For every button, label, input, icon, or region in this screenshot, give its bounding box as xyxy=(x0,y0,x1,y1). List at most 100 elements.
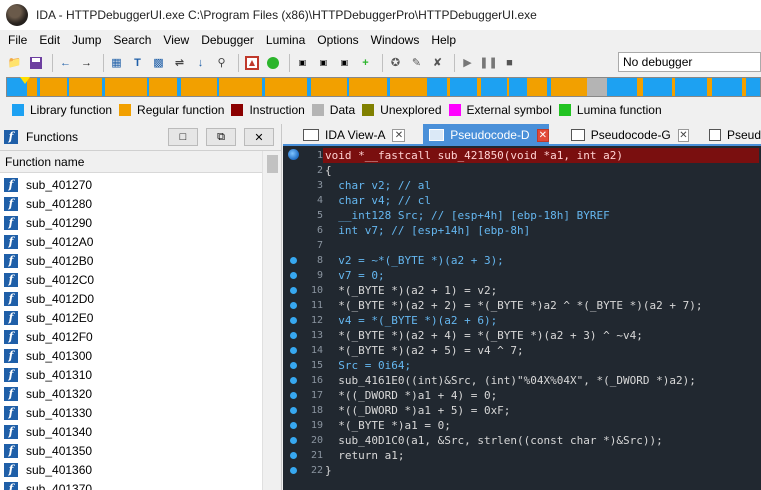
function-row[interactable]: f sub_401350 xyxy=(0,441,262,460)
flow-icon[interactable]: ⇌ xyxy=(171,54,188,71)
breakpoint-dot-icon[interactable] xyxy=(290,287,297,294)
breakpoint-dot-icon[interactable] xyxy=(290,437,297,444)
breakpoint-gutter[interactable] xyxy=(283,146,305,490)
breakpoint-dot-icon[interactable] xyxy=(290,392,297,399)
breakpoint-dot-icon[interactable] xyxy=(290,422,297,429)
play-icon[interactable]: ▶ xyxy=(459,54,476,71)
tab-pseudocode-partial[interactable]: Pseud xyxy=(703,124,761,146)
menu-file[interactable]: File xyxy=(2,33,33,47)
forward-arrow-icon[interactable]: → xyxy=(78,54,95,71)
breakpoint-dot-icon[interactable] xyxy=(290,302,297,309)
menu-help[interactable]: Help xyxy=(425,33,462,47)
search-binary-icon[interactable]: ⚲ xyxy=(213,54,230,71)
menu-search[interactable]: Search xyxy=(107,33,157,47)
code-line[interactable]: return a1; xyxy=(325,448,761,463)
tab-pseudocode-d[interactable]: Pseudocode-D ✕ xyxy=(423,124,549,146)
breakpoint-dot-icon[interactable] xyxy=(290,407,297,414)
breakpoint-dot-icon[interactable] xyxy=(290,377,297,384)
breakpoint-dot-icon[interactable] xyxy=(290,332,297,339)
function-row[interactable]: f sub_401300 xyxy=(0,346,262,365)
code-line[interactable] xyxy=(325,238,761,253)
menu-options[interactable]: Options xyxy=(311,33,364,47)
save-icon[interactable] xyxy=(27,54,44,71)
function-row[interactable]: f sub_401280 xyxy=(0,194,262,213)
function-row[interactable]: f sub_4012B0 xyxy=(0,251,262,270)
function-name-column-header[interactable]: Function name xyxy=(0,151,281,173)
enum-icon[interactable]: + xyxy=(357,54,374,71)
breakpoint-dot-icon[interactable] xyxy=(290,362,297,369)
breakpoint-dot-icon[interactable] xyxy=(290,317,297,324)
code-line[interactable]: *(_BYTE *)(a2 + 5) = v4 ^ 7; xyxy=(325,343,761,358)
breakpoint-dot-icon[interactable] xyxy=(290,272,297,279)
pseudocode-editor[interactable]: 1 2 3 4 5 6 7 8 9 10 11 12 13 14 15 16 1… xyxy=(283,146,761,490)
function-row[interactable]: f sub_4012A0 xyxy=(0,232,262,251)
code-line[interactable]: v2 = ~*(_BYTE *)(a2 + 3); xyxy=(325,253,761,268)
menu-lumina[interactable]: Lumina xyxy=(260,33,311,47)
function-row[interactable]: f sub_401270 xyxy=(0,175,262,194)
function-row[interactable]: f sub_4012F0 xyxy=(0,327,262,346)
binary-icon[interactable]: ▩ xyxy=(150,54,167,71)
function-row[interactable]: f sub_401290 xyxy=(0,213,262,232)
edit-icon[interactable]: ✎ xyxy=(408,54,425,71)
function-row[interactable]: f sub_401340 xyxy=(0,422,262,441)
scrollbar-thumb[interactable] xyxy=(267,155,278,173)
navigation-band[interactable] xyxy=(6,77,761,97)
open-folder-icon[interactable]: 📁 xyxy=(6,54,23,71)
code-line[interactable]: { xyxy=(325,163,761,178)
menu-debugger[interactable]: Debugger xyxy=(195,33,260,47)
code-line-highlighted[interactable]: void *__fastcall sub_421850(void *a1, in… xyxy=(323,148,759,163)
menu-jump[interactable]: Jump xyxy=(66,33,107,47)
code-line[interactable]: __int128 Src; // [esp+4h] [ebp-18h] BYRE… xyxy=(325,208,761,223)
code-icon[interactable]: ▣ xyxy=(294,54,311,71)
code-line[interactable]: *(_BYTE *)(a2 + 4) = *(_BYTE *)(a2 + 3) … xyxy=(325,328,761,343)
function-row[interactable]: f sub_401370 xyxy=(0,479,262,490)
code-line[interactable]: char v4; // cl xyxy=(325,193,761,208)
stop-sign-icon[interactable] xyxy=(243,54,260,71)
code-line[interactable]: *((_DWORD *)a1 + 5) = 0xF; xyxy=(325,403,761,418)
code-line[interactable]: v7 = 0; xyxy=(325,268,761,283)
code-line[interactable]: *(_BYTE *)(a2 + 1) = v2; xyxy=(325,283,761,298)
function-row[interactable]: f sub_4012D0 xyxy=(0,289,262,308)
breakpoint-dot-icon[interactable] xyxy=(290,467,297,474)
download-icon[interactable]: ↓ xyxy=(192,54,209,71)
string-icon[interactable]: ▣ xyxy=(336,54,353,71)
function-row[interactable]: f sub_401320 xyxy=(0,384,262,403)
functions-scrollbar[interactable] xyxy=(262,151,281,490)
function-row[interactable]: f sub_4012C0 xyxy=(0,270,262,289)
function-row[interactable]: f sub_401360 xyxy=(0,460,262,479)
function-row[interactable]: f sub_401310 xyxy=(0,365,262,384)
minimize-panel-button[interactable]: □ xyxy=(168,128,198,146)
code-line[interactable]: } xyxy=(325,463,761,478)
text-icon[interactable]: T xyxy=(129,54,146,71)
float-panel-button[interactable]: ⧉ xyxy=(206,128,236,146)
breakpoint-dot-icon[interactable] xyxy=(290,452,297,459)
back-arrow-icon[interactable]: ← xyxy=(57,54,74,71)
code-line[interactable]: *((_DWORD *)a1 + 4) = 0; xyxy=(325,388,761,403)
tab-pseudocode-g[interactable]: Pseudocode-G ✕ xyxy=(565,124,689,146)
tools-icon[interactable]: ✘ xyxy=(429,54,446,71)
close-tab-icon[interactable]: ✕ xyxy=(392,128,406,142)
code-line[interactable]: *(_BYTE *)(a2 + 2) = *(_BYTE *)a2 ^ *(_B… xyxy=(325,298,761,313)
pause-icon[interactable]: ❚❚ xyxy=(479,54,497,71)
close-panel-button[interactable]: ✕ xyxy=(244,128,274,146)
close-tab-icon[interactable]: ✕ xyxy=(677,128,689,142)
function-row[interactable]: f sub_4012E0 xyxy=(0,308,262,327)
green-circle-icon[interactable] xyxy=(264,54,281,71)
menu-edit[interactable]: Edit xyxy=(33,33,66,47)
code-line[interactable]: int v7; // [esp+14h] [ebp-8h] xyxy=(325,223,761,238)
breakpoint-dot-icon[interactable] xyxy=(290,257,297,264)
code-line[interactable]: sub_4161E0((int)&Src, (int)"%04X%04X", *… xyxy=(325,373,761,388)
menu-windows[interactable]: Windows xyxy=(365,33,426,47)
breakpoint-dot-icon[interactable] xyxy=(290,347,297,354)
debugger-select[interactable]: No debugger xyxy=(618,52,761,72)
code-line[interactable]: v4 = *(_BYTE *)(a2 + 6); xyxy=(325,313,761,328)
data-icon[interactable]: ▣ xyxy=(315,54,332,71)
tab-ida-view-a[interactable]: IDA View-A ✕ xyxy=(297,124,417,146)
code-line[interactable]: sub_40D1C0(a1, &Src, strlen((const char … xyxy=(325,433,761,448)
code-line[interactable]: *(_BYTE *)a1 = 0; xyxy=(325,418,761,433)
code-line[interactable]: char v2; // al xyxy=(325,178,761,193)
structure-icon[interactable]: ▦ xyxy=(108,54,125,71)
stop-icon[interactable]: ■ xyxy=(501,54,518,71)
close-tab-icon[interactable]: ✕ xyxy=(536,128,549,142)
menu-view[interactable]: View xyxy=(157,33,195,47)
